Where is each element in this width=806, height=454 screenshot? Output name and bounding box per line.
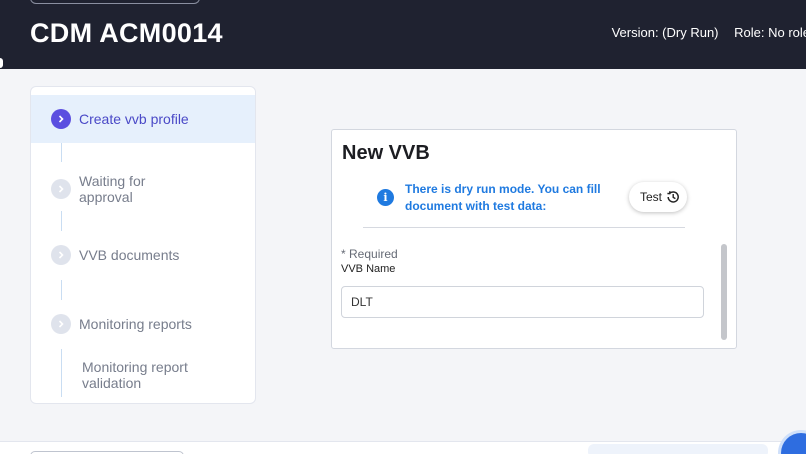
chevron-right-icon — [51, 314, 71, 334]
vvb-name-label: VVB Name — [341, 263, 396, 275]
step-monitoring-reports[interactable]: Monitoring reports — [31, 314, 255, 334]
header-meta: Version: (Dry Run) Role: No role — [600, 25, 806, 40]
workflow-stepper: Create vvb profile Waiting for approval … — [30, 86, 256, 404]
step-vvb-documents[interactable]: VVB documents — [31, 245, 255, 265]
info-icon: i — [377, 189, 394, 206]
new-vvb-form: New VVB i There is dry run mode. You can… — [331, 129, 737, 349]
page-title: CDM ACM0014 — [30, 18, 223, 48]
app-header: CDM ACM0014 Version: (Dry Run) Role: No … — [0, 0, 806, 69]
vvb-name-input[interactable] — [341, 286, 704, 318]
step-label: Create vvb profile — [79, 111, 189, 127]
step-label: Waiting for approval — [79, 173, 146, 205]
section-divider — [363, 227, 685, 228]
chevron-right-icon — [51, 109, 71, 129]
form-scrollbar[interactable] — [721, 244, 727, 340]
version-label: Version: (Dry Run) — [611, 25, 719, 40]
test-button-label: Test — [640, 190, 663, 204]
step-connector — [61, 211, 62, 231]
chat-fab-button[interactable] — [781, 433, 806, 454]
history-icon — [667, 191, 679, 203]
required-note: * Required — [341, 247, 398, 261]
bottom-panel — [588, 444, 768, 454]
step-connector — [61, 143, 62, 162]
step-label: VVB documents — [79, 247, 180, 263]
step-monitoring-report-validation[interactable]: Monitoring report validation — [31, 355, 255, 395]
step-connector — [61, 280, 62, 300]
step-label: Monitoring reports — [79, 316, 192, 332]
step-create-vvb-profile[interactable]: Create vvb profile — [31, 95, 255, 143]
chevron-right-icon — [51, 245, 71, 265]
test-data-button[interactable]: Test — [629, 182, 687, 212]
step-waiting-for-approval[interactable]: Waiting for approval — [31, 169, 255, 209]
chevron-right-icon — [51, 179, 71, 199]
edge-handle — [0, 58, 3, 68]
step-label: Monitoring report validation — [82, 359, 188, 391]
role-label: Role: No role — [734, 25, 806, 40]
top-tab-outline[interactable] — [30, 0, 200, 4]
form-title: New VVB — [342, 142, 430, 164]
dry-run-notice: There is dry run mode. You can fill docu… — [405, 182, 601, 213]
